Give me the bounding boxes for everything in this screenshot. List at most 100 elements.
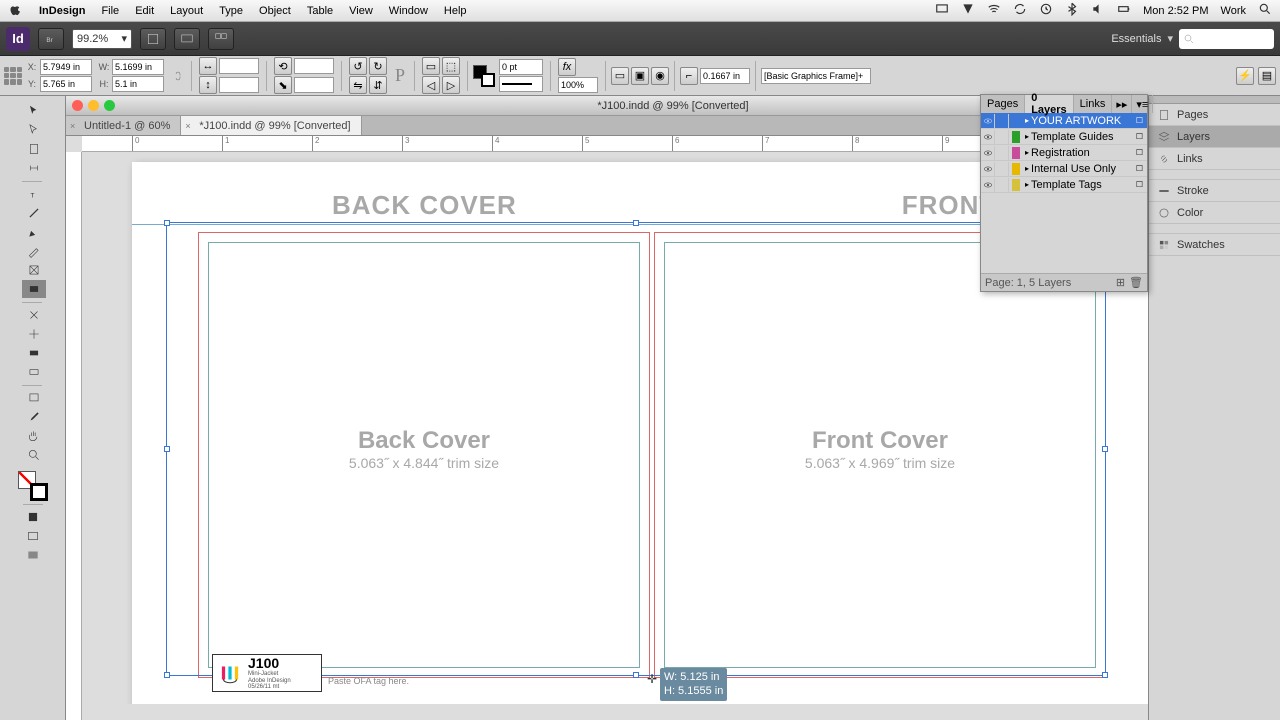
close-icon[interactable]: × [185,121,190,131]
display-icon[interactable] [935,2,949,19]
apply-color-button[interactable] [21,508,45,526]
wrap-bbox-button[interactable]: ▣ [631,67,649,85]
zoom-tool[interactable] [22,446,46,464]
width-input[interactable]: 5.1699 in [112,59,164,75]
new-layer-icon[interactable]: ⊞ [1116,276,1125,289]
screen-mode-button[interactable] [174,28,200,50]
corner-button[interactable]: ⌐ [680,67,698,85]
dock-item-layers[interactable]: Layers [1149,126,1280,148]
pen-tool[interactable] [22,223,46,241]
timemachine-icon[interactable] [1039,2,1053,19]
menu-file[interactable]: File [101,5,119,17]
delete-layer-icon[interactable]: 🗑 [1129,276,1143,289]
flip-v-button[interactable]: ⇵ [369,76,387,94]
panel-tab-links[interactable]: Links [1074,95,1113,113]
volume-icon[interactable] [1091,2,1105,19]
gap-tool[interactable] [22,159,46,177]
x-position-input[interactable]: 5.7949 in [40,59,92,75]
lock-slot[interactable] [995,178,1009,192]
battery-icon[interactable] [1117,2,1131,19]
note-tool[interactable] [22,389,46,407]
page-tool[interactable] [22,140,46,158]
visibility-icon[interactable] [981,162,995,176]
dock-item-stroke[interactable]: Stroke [1149,180,1280,202]
workspace-switcher[interactable]: Essentials [1111,33,1161,45]
menu-view[interactable]: View [349,5,373,17]
visibility-icon[interactable] [981,114,995,128]
height-input[interactable]: 5.1 in [112,76,164,92]
tab-j100[interactable]: ×*J100.indd @ 99% [Converted] [181,116,361,135]
eyedropper-tool[interactable] [22,408,46,426]
lock-slot[interactable] [995,130,1009,144]
apple-icon[interactable] [8,2,23,20]
line-tool[interactable] [22,204,46,222]
tab-untitled[interactable]: ×Untitled-1 @ 60% [66,116,181,135]
type-tool[interactable]: T [22,185,46,203]
bluetooth-icon[interactable] [1065,2,1079,19]
layers-panel[interactable]: Pages 0 Layers Links ▸▸ ▾≡ ▸YOUR ARTWORK… [980,94,1148,292]
flip-h-button[interactable]: ⇋ [349,76,367,94]
sync-icon[interactable] [1013,2,1027,19]
dock-item-swatches[interactable]: Swatches [1149,234,1280,256]
menu-window[interactable]: Window [389,5,428,17]
stroke-style-select[interactable] [499,76,543,92]
prev-obj-button[interactable]: ◁ [422,76,440,94]
wifi-icon[interactable] [987,2,1001,19]
menu-object[interactable]: Object [259,5,291,17]
scale-x-input[interactable] [219,58,259,74]
stroke-swatch[interactable] [481,73,495,87]
lock-slot[interactable] [995,146,1009,160]
selection-tool[interactable] [22,102,46,120]
rotate-input[interactable] [294,58,334,74]
scale-x-icon[interactable]: ↔ [199,57,217,75]
shear-icon[interactable]: ⬊ [274,76,292,94]
layer-row[interactable]: ▸YOUR ARTWORK☐ [981,113,1147,129]
hand-tool[interactable] [22,427,46,445]
visibility-icon[interactable] [981,146,995,160]
stroke-weight-input[interactable]: 0 pt [499,59,543,75]
corner-radius-input[interactable]: 0.1667 in [700,68,750,84]
panel-tab-pages[interactable]: Pages [981,95,1025,113]
screen-mode-normal[interactable] [21,527,45,545]
reference-point[interactable] [4,67,22,85]
window-controls[interactable] [72,100,115,111]
transform-tool[interactable] [22,325,46,343]
visibility-icon[interactable] [981,178,995,192]
rectangle-tool[interactable] [22,280,46,298]
frame-tool[interactable] [22,261,46,279]
constrain-icon[interactable] [168,68,186,84]
panel-menu-button[interactable]: ▤ [1258,67,1276,85]
fill-stroke-swap[interactable] [18,471,48,501]
dock-item-pages[interactable]: Pages [1149,104,1280,126]
dock-item-links[interactable]: Links [1149,148,1280,170]
arrange-button[interactable] [208,28,234,50]
gradient-feather-tool[interactable] [22,363,46,381]
view-options-button[interactable] [140,28,166,50]
fx-button[interactable]: fx [558,58,576,76]
close-icon[interactable]: × [70,121,75,131]
ruler-vertical[interactable] [66,152,82,720]
bridge-button[interactable]: Br [38,28,64,50]
quick-apply-button[interactable]: ⚡ [1236,67,1254,85]
menu-table[interactable]: Table [307,5,333,17]
wrap-shape-button[interactable]: ◉ [651,67,669,85]
layer-row[interactable]: ▸Template Guides☐ [981,129,1147,145]
wrap-none-button[interactable]: ▭ [611,67,629,85]
dock-item-color[interactable]: Color [1149,202,1280,224]
y-position-input[interactable]: 5.765 in [40,76,92,92]
rotate-ccw-button[interactable]: ↺ [349,57,367,75]
panel-menu-icon[interactable]: ▾≡ [1132,95,1153,113]
adobe-icon[interactable] [961,2,975,19]
scale-y-icon[interactable]: ↕ [199,76,217,94]
opacity-input[interactable]: 100% [558,77,598,93]
gradient-swatch-tool[interactable] [22,344,46,362]
layer-row[interactable]: ▸Template Tags☐ [981,177,1147,193]
rotate-icon[interactable]: ⟲ [274,57,292,75]
menu-edit[interactable]: Edit [135,5,154,17]
search-input[interactable] [1179,29,1274,49]
app-name[interactable]: InDesign [39,5,85,17]
panel-collapse-icon[interactable]: ▸▸ [1112,95,1132,113]
user-menu[interactable]: Work [1221,5,1246,17]
menu-type[interactable]: Type [219,5,243,17]
clock[interactable]: Mon 2:52 PM [1143,5,1208,17]
